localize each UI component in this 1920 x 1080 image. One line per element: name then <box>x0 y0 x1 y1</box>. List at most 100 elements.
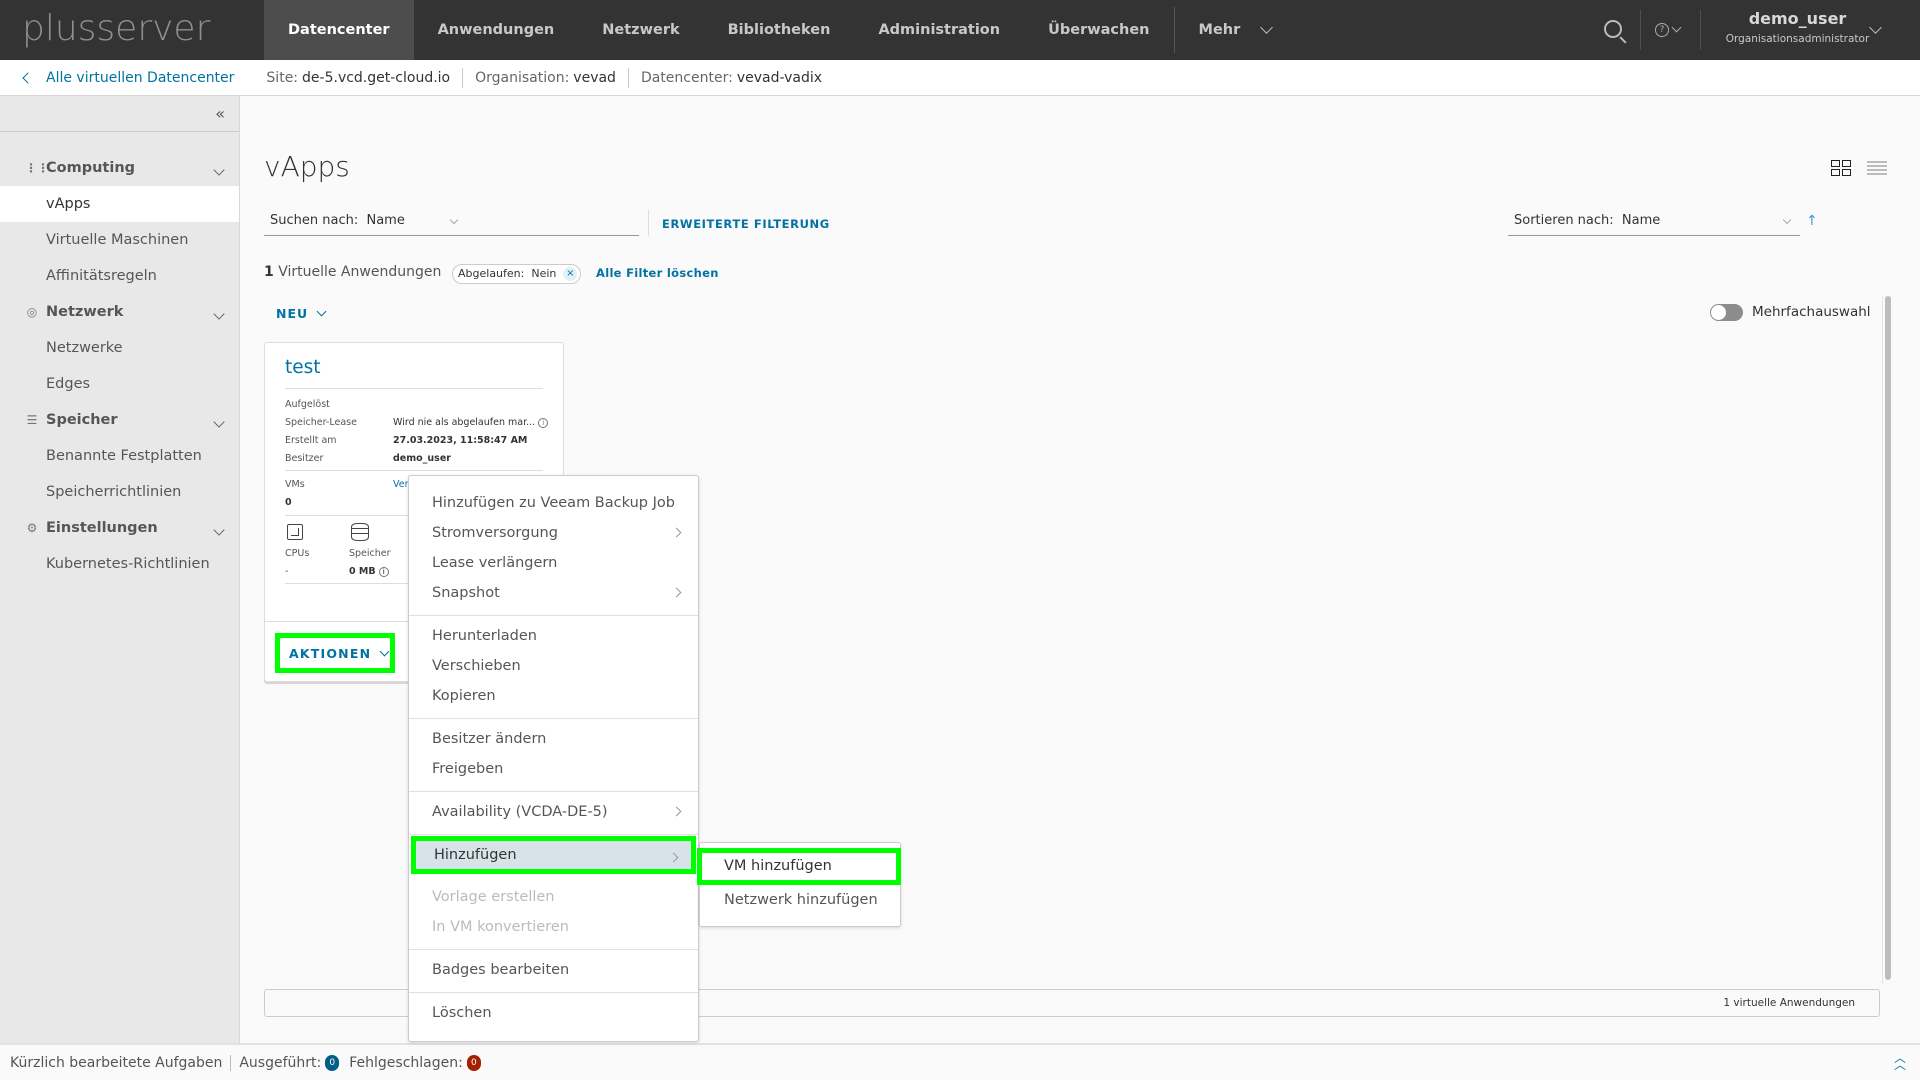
menu-separator <box>409 949 698 950</box>
list-view-icon[interactable] <box>1867 160 1887 176</box>
chevron-right-icon <box>668 852 679 863</box>
scrollbar[interactable] <box>1885 296 1891 980</box>
top-header: plusserver Datencenter Anwendungen Netzw… <box>0 0 1920 60</box>
nav-more[interactable]: Mehr <box>1175 0 1296 60</box>
cpu-icon <box>287 524 303 540</box>
advanced-filter-button[interactable]: ERWEITERTE FILTERUNG <box>662 217 830 231</box>
back-link-label: Alle virtuellen Datencenter <box>46 69 235 86</box>
nav-administration[interactable]: Administration <box>854 0 1024 60</box>
sort-direction-icon[interactable]: ↑ <box>1806 213 1818 229</box>
sidebar-item-named-disks[interactable]: Benannte Festplatten <box>0 438 239 474</box>
menu-item-availability[interactable]: Availability (VCDA-DE-5) <box>409 797 698 827</box>
lease-value: Wird nie als abgelaufen mar... i <box>393 417 549 428</box>
info-icon[interactable]: i <box>538 417 549 428</box>
dc-label: Datencenter: <box>640 69 733 86</box>
vapp-status: Aufgelöst <box>285 399 330 410</box>
actions-button-label: AKTIONEN <box>289 645 372 661</box>
menu-item-change-owner[interactable]: Besitzer ändern <box>409 724 698 754</box>
nav-ueberwachen[interactable]: Überwachen <box>1024 0 1173 60</box>
menu-item-renew-lease[interactable]: Lease verlängern <box>409 548 698 578</box>
sidebar-group-einstellungen[interactable]: ⚙ Einstellungen <box>0 510 239 546</box>
menu-item-label: Hinzufügen <box>434 847 517 863</box>
new-button-label: NEU <box>276 306 309 321</box>
multiselect-label: Mehrfachauswahl <box>1752 304 1871 320</box>
actions-button[interactable]: AKTIONEN <box>275 633 395 673</box>
nav-bibliotheken[interactable]: Bibliotheken <box>704 0 855 60</box>
nav-anwendungen[interactable]: Anwendungen <box>414 0 579 60</box>
menu-separator <box>409 718 698 719</box>
sidebar-group-netzwerk[interactable]: ◎ Netzwerk <box>0 294 239 330</box>
storage-value: 0 MB i <box>349 566 389 577</box>
chevron-down-icon <box>213 524 225 536</box>
sidebar-item-edges[interactable]: Edges <box>0 366 239 402</box>
user-role: Organisationsadministrator <box>1725 33 1870 45</box>
main-nav: Datencenter Anwendungen Netzwerk Bibliot… <box>264 0 1295 60</box>
gear-icon: ⚙ <box>26 521 38 535</box>
site-value: de-5.vcd.get-cloud.io <box>302 69 451 86</box>
cpu-label: CPUs <box>285 548 310 559</box>
tasks-done[interactable]: Ausgeführt: 0 <box>239 1054 349 1071</box>
sidebar-group-computing[interactable]: ⋮⋮ Computing <box>0 150 239 186</box>
tasks-failed-badge: 0 <box>466 1054 481 1071</box>
dc-value: vevad-vadix <box>736 69 823 86</box>
menu-item-move[interactable]: Verschieben <box>409 651 698 681</box>
chevron-down-icon <box>379 646 390 656</box>
submenu-item-add-network[interactable]: Netzwerk hinzufügen <box>700 885 900 915</box>
sidebar-item-affinity-rules[interactable]: Affinitätsregeln <box>0 258 239 294</box>
sidebar: « ⋮⋮ Computing vApps Virtuelle Maschinen… <box>0 96 240 1043</box>
submenu-item-add-vm[interactable]: VM hinzufügen <box>697 848 901 885</box>
menu-item-download[interactable]: Herunterladen <box>409 621 698 651</box>
search-by-select[interactable]: Suchen nach: Name <box>264 213 639 236</box>
owner-label: Besitzer <box>285 453 324 464</box>
chevron-right-icon <box>671 587 682 598</box>
sidebar-item-storage-policies[interactable]: Speicherrichtlinien <box>0 474 239 510</box>
tasks-failed[interactable]: Fehlgeschlagen: 0 <box>349 1054 491 1071</box>
grid-view-icon[interactable] <box>1831 160 1853 178</box>
nav-netzwerk[interactable]: Netzwerk <box>578 0 703 60</box>
nav-datencenter[interactable]: Datencenter <box>264 0 414 60</box>
sort-by-select[interactable]: Sortieren nach: Name <box>1508 213 1800 236</box>
menu-separator <box>409 791 698 792</box>
chevron-down-icon <box>213 416 225 428</box>
clear-filters-link[interactable]: Alle Filter löschen <box>596 266 719 280</box>
footer-count: 1 virtuelle Anwendungen <box>1723 997 1855 1009</box>
menu-item-snapshot[interactable]: Snapshot <box>409 578 698 608</box>
sidebar-item-kubernetes-policies[interactable]: Kubernetes-Richtlinien <box>0 546 239 582</box>
collapse-sidebar-icon[interactable]: « <box>215 104 225 123</box>
chevron-down-icon <box>1782 215 1792 225</box>
sidebar-item-vapps[interactable]: vApps <box>0 186 239 222</box>
chevron-down-icon <box>316 306 327 317</box>
vapp-name[interactable]: test <box>285 357 321 378</box>
menu-separator <box>409 992 698 993</box>
expand-up-icon[interactable]: ︿ ︿ <box>1894 1052 1906 1071</box>
sidebar-collapse-row: « <box>0 96 239 132</box>
info-icon[interactable]: i <box>378 566 389 577</box>
close-icon[interactable]: × <box>563 267 578 281</box>
back-link[interactable]: Alle virtuellen Datencenter <box>22 69 235 86</box>
chevron-down-icon <box>1260 21 1274 34</box>
menu-item-share[interactable]: Freigeben <box>409 754 698 784</box>
menu-item-veeam-backup[interactable]: Hinzufügen zu Veeam Backup Job <box>409 488 698 518</box>
multiselect-toggle[interactable] <box>1710 304 1743 321</box>
recent-tasks-link[interactable]: Kürzlich bearbeitete Aufgaben <box>10 1054 232 1071</box>
menu-item-power[interactable]: Stromversorgung <box>409 518 698 548</box>
chevron-down-icon[interactable] <box>1671 22 1682 33</box>
sidebar-item-virtual-machines[interactable]: Virtuelle Maschinen <box>0 222 239 258</box>
menu-item-delete[interactable]: Löschen <box>409 998 698 1028</box>
result-count: 1 Virtuelle Anwendungen <box>264 264 441 280</box>
vms-link[interactable]: Ver <box>393 479 409 490</box>
search-by-label: Suchen nach: Name <box>270 213 405 228</box>
sidebar-group-speicher[interactable]: ☰ Speicher <box>0 402 239 438</box>
search-icon[interactable] <box>1604 20 1622 38</box>
user-name[interactable]: demo_user <box>1720 9 1875 28</box>
sidebar-item-networks[interactable]: Netzwerke <box>0 330 239 366</box>
new-button[interactable]: NEU <box>276 306 327 321</box>
help-icon[interactable]: ? <box>1655 23 1669 37</box>
network-icon: ◎ <box>26 305 38 319</box>
menu-item-copy[interactable]: Kopieren <box>409 681 698 711</box>
filter-chip: Abgelaufen: Nein × <box>452 264 582 284</box>
menu-item-label: Stromversorgung <box>432 525 558 541</box>
menu-item-add[interactable]: Hinzufügen <box>411 836 696 874</box>
chevron-down-icon <box>213 308 225 320</box>
menu-item-edit-badges[interactable]: Badges bearbeiten <box>409 955 698 985</box>
